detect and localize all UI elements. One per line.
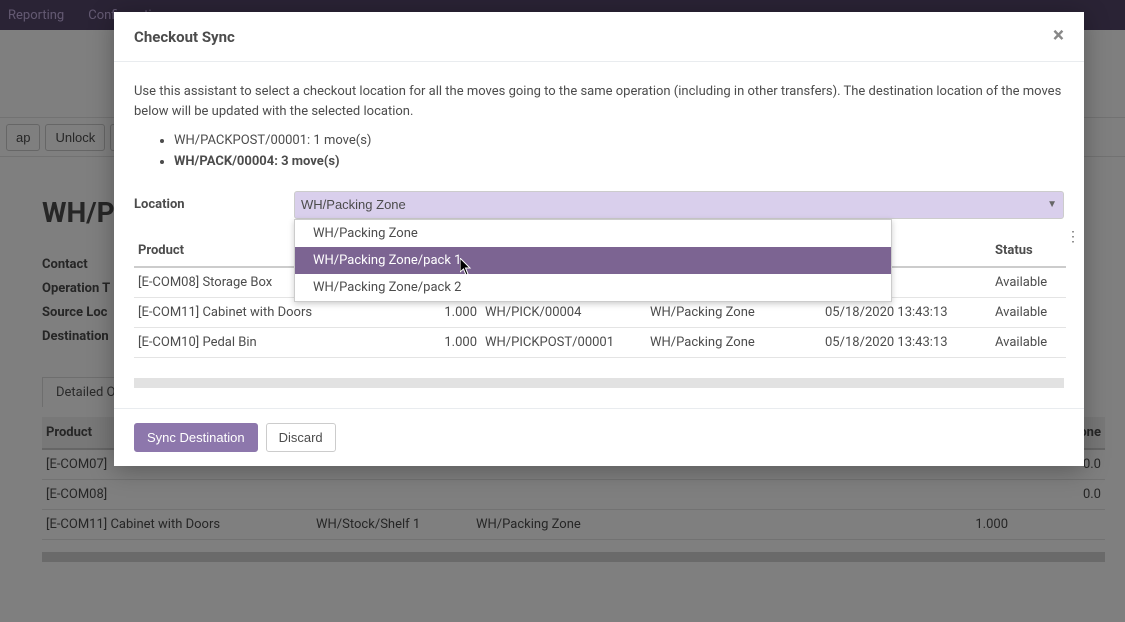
- cell-qty: 1.000: [426, 327, 481, 357]
- discard-button[interactable]: Discard: [266, 423, 336, 452]
- cell-from: WH/PICKPOST/00001: [481, 327, 646, 357]
- location-select[interactable]: ▼ WH/Packing ZoneWH/Packing Zone/pack 1W…: [294, 191, 1064, 219]
- cell-status: Available: [991, 267, 1066, 298]
- close-icon[interactable]: ×: [1053, 26, 1064, 47]
- cell-to: WH/Packing Zone: [646, 327, 821, 357]
- modal-horizontal-scrollbar[interactable]: [134, 378, 1064, 388]
- modal-title: Checkout Sync: [134, 28, 235, 46]
- location-option[interactable]: WH/Packing Zone: [295, 220, 891, 247]
- location-option[interactable]: WH/Packing Zone/pack 2: [295, 274, 891, 301]
- cell-date: 05/18/2020 13:43:13: [821, 327, 991, 357]
- cell-status: Available: [991, 327, 1066, 357]
- cell-to: WH/Packing Zone: [646, 297, 821, 327]
- location-dropdown: WH/Packing ZoneWH/Packing Zone/pack 1WH/…: [294, 219, 892, 302]
- table-row[interactable]: [E-COM10] Pedal Bin1.000WH/PICKPOST/0000…: [134, 327, 1066, 357]
- chevron-down-icon[interactable]: ▼: [1047, 199, 1057, 210]
- location-label: Location: [134, 197, 286, 212]
- modal-intro-text: Use this assistant to select a checkout …: [134, 82, 1064, 121]
- kebab-icon[interactable]: ⋮: [1066, 229, 1080, 245]
- th-status: Status: [991, 235, 1066, 267]
- modal-bullet: WH/PACK/00004: 3 move(s): [174, 152, 1064, 173]
- checkout-sync-modal: Checkout Sync × Use this assistant to se…: [114, 12, 1084, 466]
- cell-from: WH/PICK/00004: [481, 297, 646, 327]
- cell-date: 05/18/2020 13:43:13: [821, 297, 991, 327]
- cell-status: Available: [991, 297, 1066, 327]
- cell-product: [E-COM11] Cabinet with Doors: [134, 297, 426, 327]
- location-input[interactable]: [301, 197, 1043, 212]
- cell-product: [E-COM10] Pedal Bin: [134, 327, 426, 357]
- modal-bullet: WH/PACKPOST/00001: 1 move(s): [174, 131, 1064, 152]
- location-option[interactable]: WH/Packing Zone/pack 1: [295, 247, 891, 274]
- modal-move-list: WH/PACKPOST/00001: 1 move(s)WH/PACK/0000…: [134, 131, 1064, 173]
- table-row[interactable]: [E-COM11] Cabinet with Doors1.000WH/PICK…: [134, 297, 1066, 327]
- sync-destination-button[interactable]: Sync Destination: [134, 423, 258, 452]
- cell-qty: 1.000: [426, 297, 481, 327]
